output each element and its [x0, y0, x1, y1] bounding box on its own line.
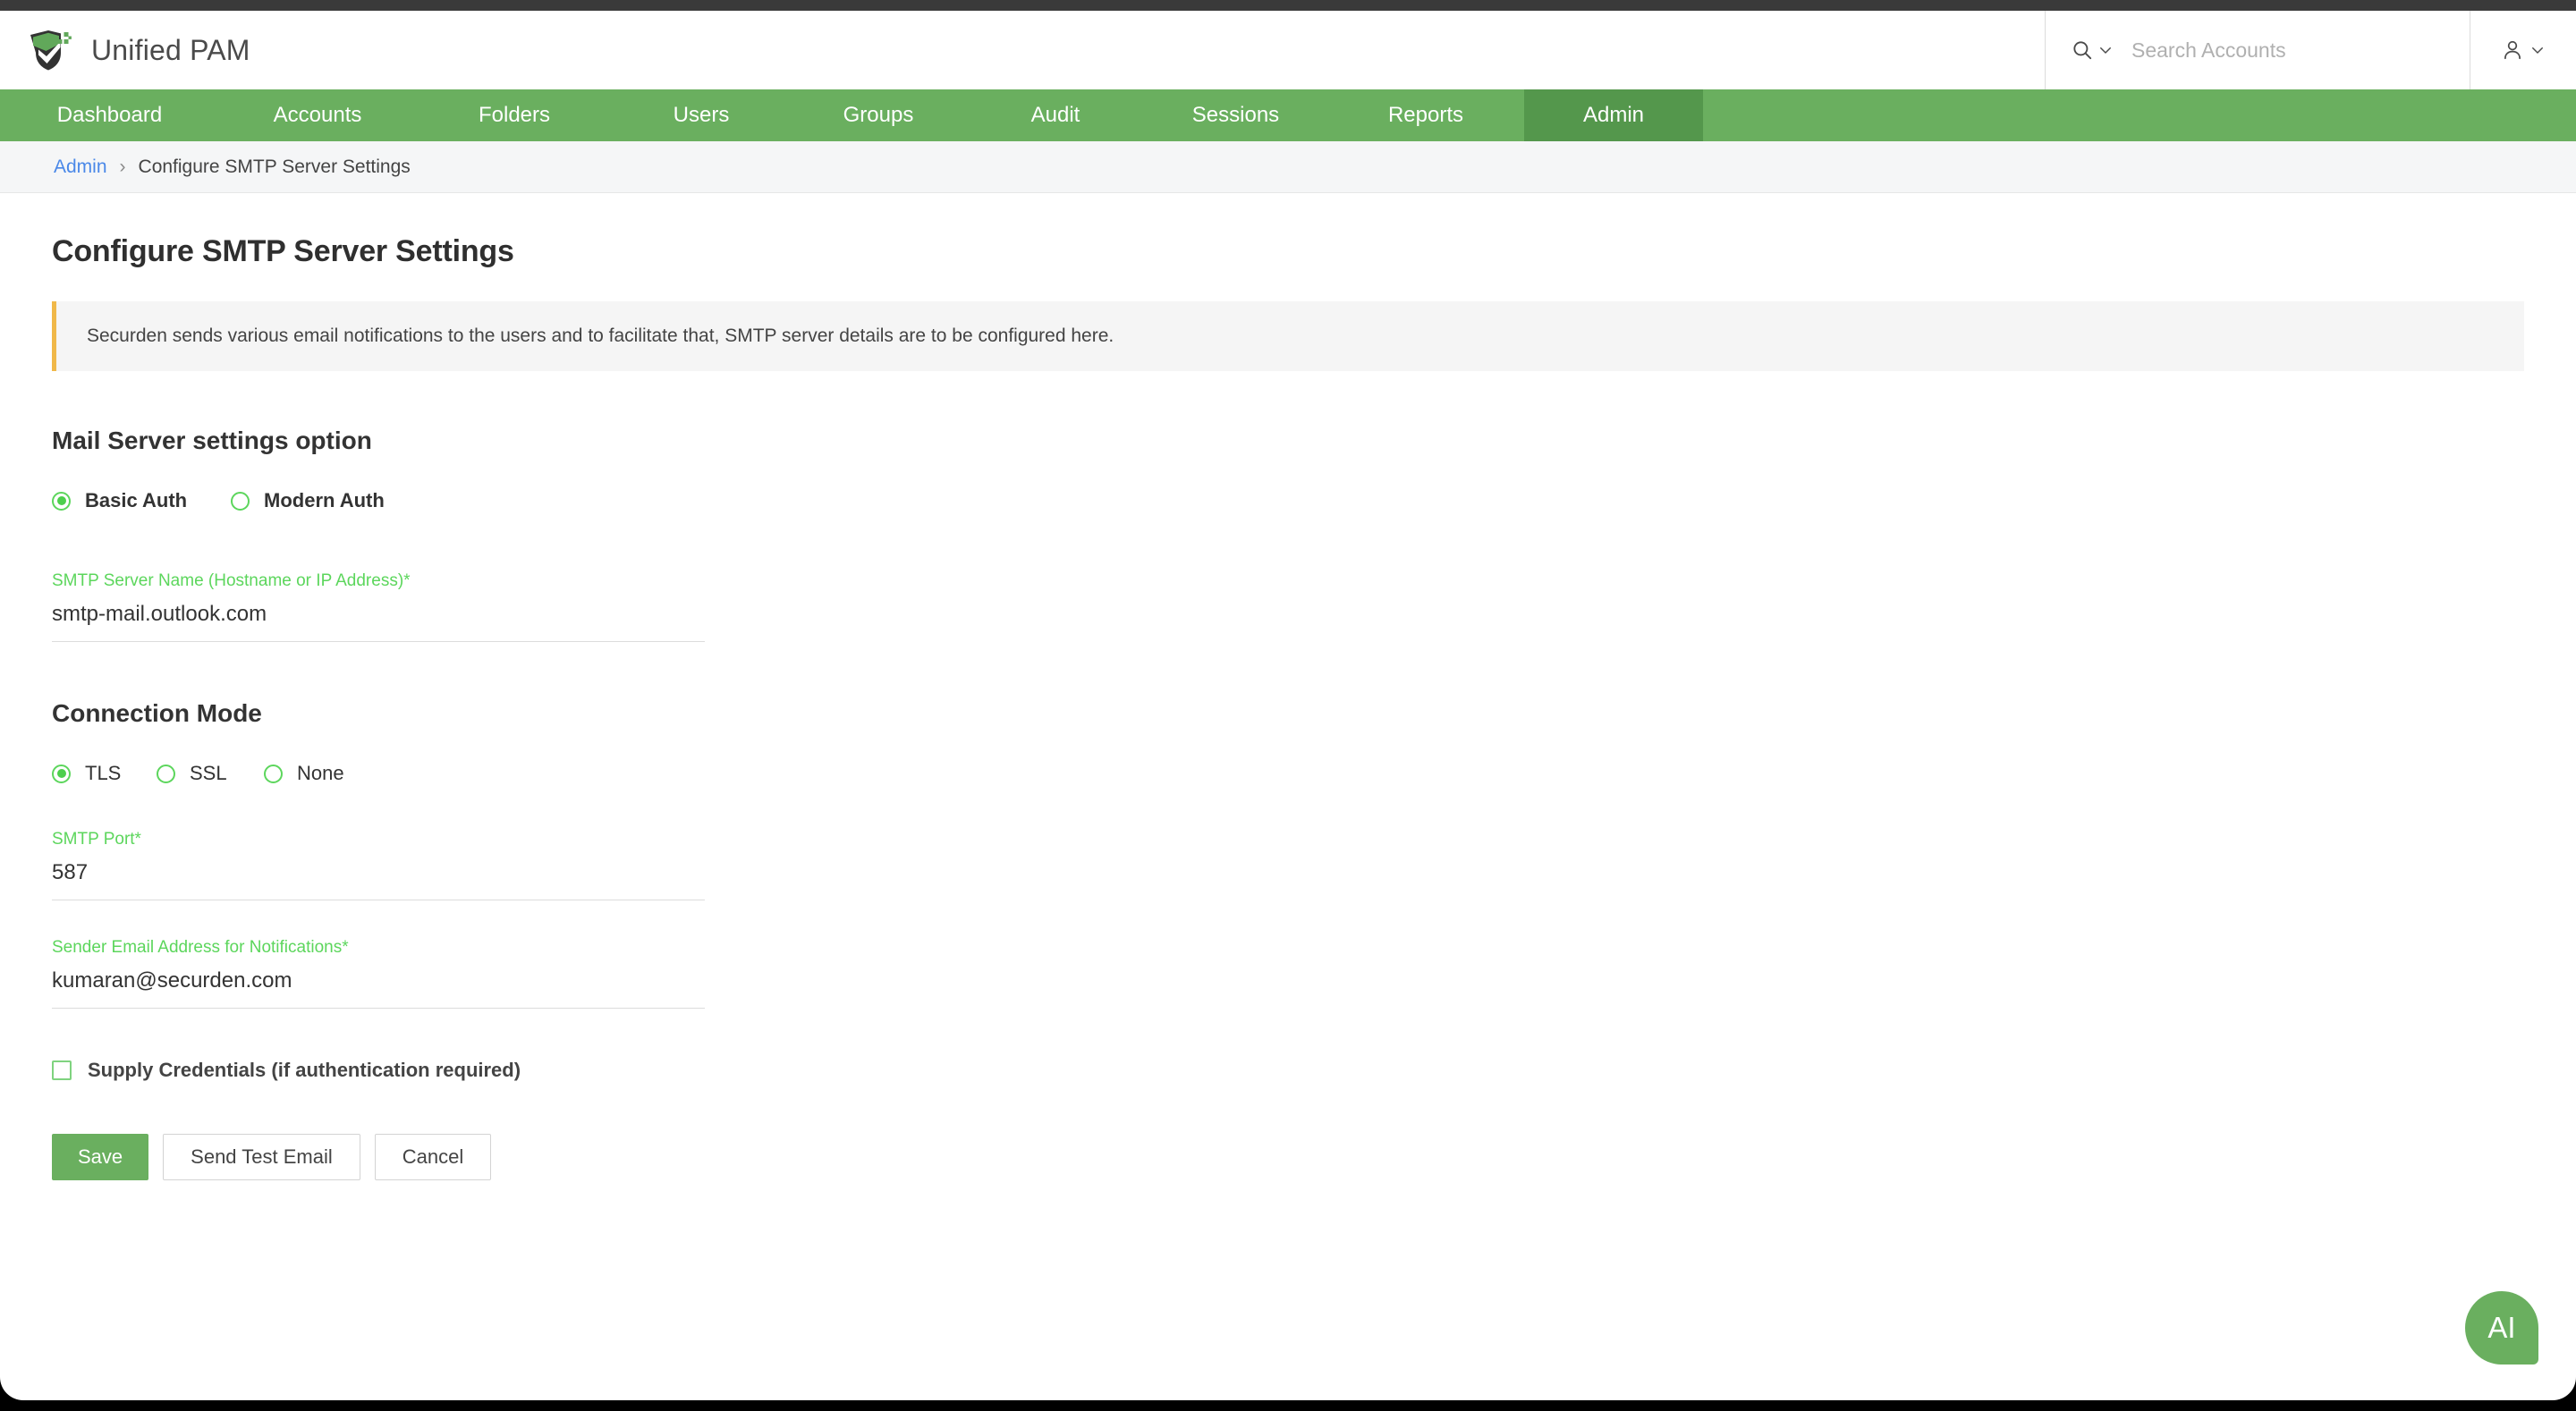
nav-item-folders[interactable]: Folders [416, 89, 613, 141]
form-actions: Save Send Test Email Cancel [52, 1134, 2524, 1180]
sender-email-field: Sender Email Address for Notifications* [52, 938, 705, 1009]
search-icon [2073, 41, 2092, 60]
nav-item-users[interactable]: Users [613, 89, 790, 141]
nav-label: Audit [1030, 103, 1080, 127]
nav-label: Dashboard [56, 103, 163, 127]
search-scope-selector[interactable] [2071, 38, 2114, 62]
breadcrumb-current: Configure SMTP Server Settings [138, 156, 411, 177]
supply-credentials-label: Supply Credentials (if authentication re… [88, 1059, 521, 1081]
mail-server-radio-group: Basic Auth Modern Auth [52, 489, 2524, 512]
smtp-server-label: SMTP Server Name (Hostname or IP Address… [52, 571, 411, 590]
user-icon [2504, 40, 2521, 60]
checkbox-indicator [52, 1060, 72, 1080]
os-title-bar [0, 0, 2576, 11]
radio-indicator [157, 764, 175, 783]
smtp-port-input[interactable] [52, 860, 705, 900]
nav-label: Accounts [273, 103, 362, 127]
breadcrumb-separator-icon: › [119, 156, 126, 177]
radio-label: TLS [85, 762, 122, 784]
info-banner-text: Securden sends various email notificatio… [87, 325, 1114, 346]
radio-label: None [297, 762, 344, 784]
nav-item-admin[interactable]: Admin [1524, 89, 1703, 141]
nav-label: Groups [843, 103, 914, 127]
ai-assistant-label: AI [2487, 1311, 2516, 1344]
radio-ssl[interactable]: SSL [157, 762, 264, 785]
sender-email-label: Sender Email Address for Notifications* [52, 938, 349, 957]
application-window: Unified PAM Da [0, 11, 2576, 1400]
info-banner: Securden sends various email notificatio… [52, 301, 2524, 371]
connection-mode-radio-group: TLS SSL None [52, 762, 2524, 785]
radio-basic-auth[interactable]: Basic Auth [52, 489, 231, 512]
connection-mode-section-title: Connection Mode [52, 699, 262, 727]
radio-indicator [231, 491, 250, 511]
nav-item-sessions[interactable]: Sessions [1144, 89, 1327, 141]
radio-tls[interactable]: TLS [52, 762, 157, 785]
nav-label: Sessions [1191, 103, 1280, 127]
app-title: Unified PAM [91, 33, 250, 66]
nav-item-dashboard[interactable]: Dashboard [0, 89, 219, 141]
user-menu[interactable] [2470, 11, 2576, 89]
shield-check-logo [30, 30, 72, 71]
nav-item-audit[interactable]: Audit [967, 89, 1144, 141]
nav-item-accounts[interactable]: Accounts [219, 89, 416, 141]
smtp-server-field: SMTP Server Name (Hostname or IP Address… [52, 571, 705, 642]
nav-label: Users [673, 103, 730, 127]
page-title: Configure SMTP Server Settings [52, 234, 514, 268]
main-content: Configure SMTP Server Settings Securden … [0, 193, 2576, 1180]
nav-label: Reports [1387, 103, 1464, 127]
send-test-email-button[interactable]: Send Test Email [163, 1134, 360, 1180]
chevron-down-icon [2532, 47, 2543, 54]
radio-indicator [52, 491, 71, 511]
mail-server-section-title: Mail Server settings option [52, 427, 372, 454]
nav-item-groups[interactable]: Groups [790, 89, 967, 141]
radio-indicator [52, 764, 71, 783]
app-header: Unified PAM [0, 11, 2576, 89]
nav-item-reports[interactable]: Reports [1327, 89, 1524, 141]
smtp-port-label: SMTP Port* [52, 830, 141, 849]
radio-label: Basic Auth [85, 489, 188, 511]
search-bar[interactable] [2045, 11, 2470, 89]
search-input[interactable] [2119, 38, 2450, 63]
nav-label: Admin [1582, 103, 1645, 127]
brand[interactable]: Unified PAM [0, 11, 2045, 89]
radio-indicator [264, 764, 283, 783]
sender-email-input[interactable] [52, 968, 705, 1009]
radio-modern-auth[interactable]: Modern Auth [231, 489, 385, 512]
nav-label: Folders [478, 103, 551, 127]
smtp-server-input[interactable] [52, 602, 705, 642]
radio-none[interactable]: None [264, 762, 344, 785]
save-button[interactable]: Save [52, 1134, 149, 1180]
chevron-down-icon [2100, 47, 2111, 54]
ai-assistant-button[interactable]: AI [2465, 1291, 2538, 1365]
main-navigation: Dashboard Accounts Folders Users Groups … [0, 89, 2576, 141]
supply-credentials-checkbox[interactable]: Supply Credentials (if authentication re… [52, 1059, 2524, 1082]
breadcrumb-link-admin[interactable]: Admin [54, 156, 107, 178]
breadcrumb: Admin › Configure SMTP Server Settings [0, 141, 2576, 193]
cancel-button[interactable]: Cancel [374, 1134, 492, 1180]
radio-label: Modern Auth [264, 489, 385, 511]
smtp-port-field: SMTP Port* [52, 830, 705, 900]
radio-label: SSL [190, 762, 227, 784]
